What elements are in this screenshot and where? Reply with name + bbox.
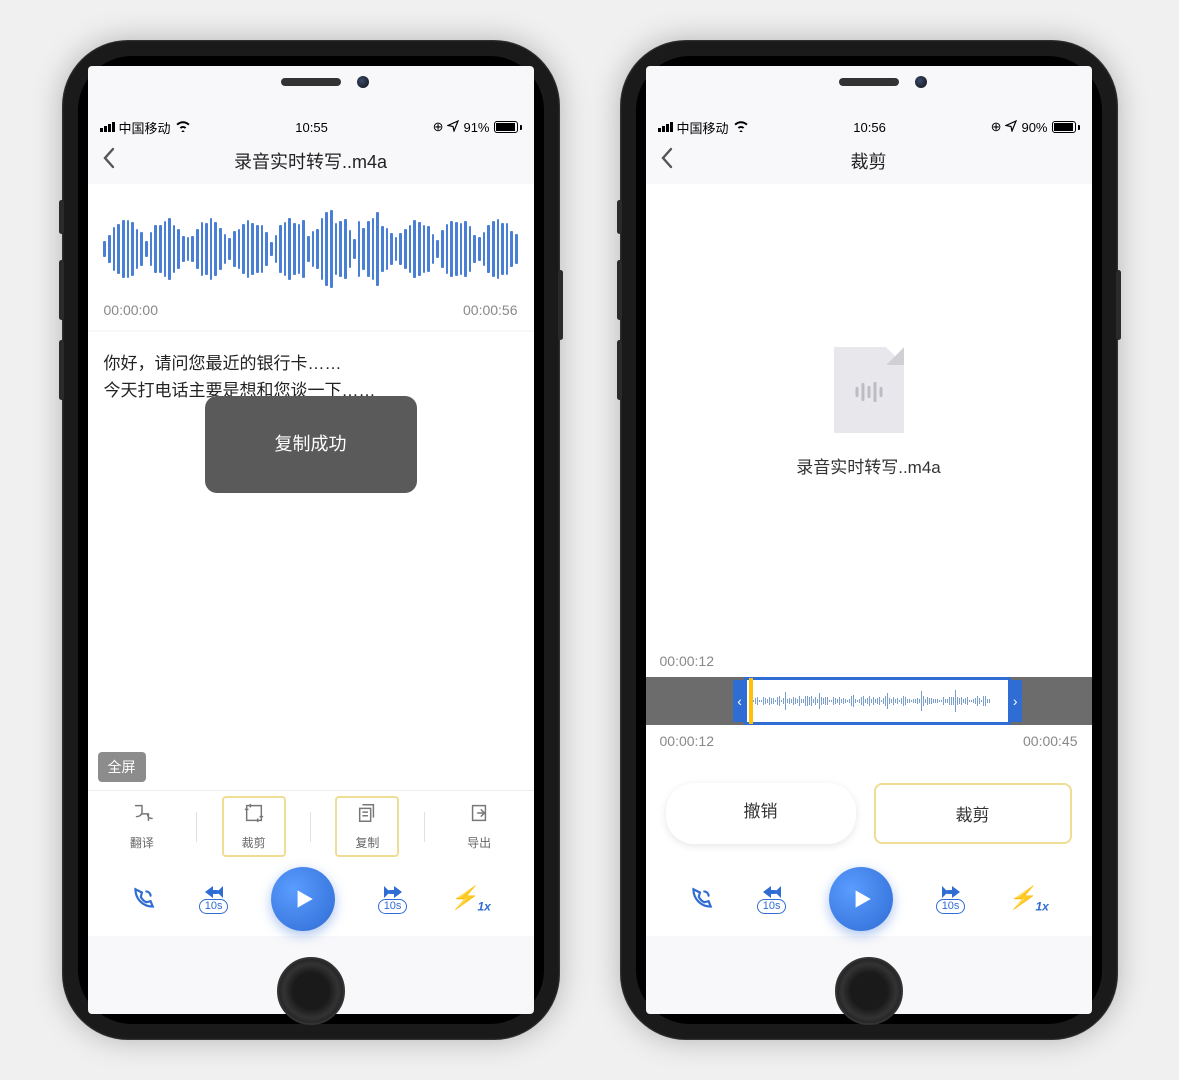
action-label: 裁剪	[242, 834, 266, 851]
confirm-trim-button[interactable]: 裁剪	[878, 787, 1068, 840]
play-button[interactable]	[829, 867, 893, 931]
transcript-area[interactable]: 你好，请问您最近的银行卡…… 今天打电话主要是想和您谈一下…… 复制成功 全屏	[88, 332, 534, 790]
rewind-10s-button[interactable]: 10s	[757, 885, 787, 914]
trim-start-time: 00:00:12	[660, 733, 715, 749]
trim-preview: 录音实时转写..m4a	[646, 184, 1092, 641]
rewind-10s-button[interactable]: 10s	[199, 885, 229, 914]
clock: 10:55	[295, 120, 328, 135]
translate-icon	[131, 802, 153, 830]
fullscreen-button[interactable]: 全屏	[98, 752, 146, 782]
audio-file-icon	[834, 347, 904, 433]
trim-playhead-time: 00:00:12	[646, 649, 1092, 677]
copy-icon	[356, 802, 378, 830]
forward-10s-button[interactable]: 10s	[378, 885, 408, 914]
export-icon	[468, 802, 490, 830]
undo-button[interactable]: 撤销	[666, 783, 856, 844]
playhead-marker[interactable]	[749, 678, 753, 724]
nav-bar: 录音实时转写..m4a	[88, 138, 534, 184]
page-title: 裁剪	[851, 148, 887, 174]
file-name: 录音实时转写..m4a	[796, 453, 941, 478]
action-row: 翻译 裁剪 复制	[88, 790, 534, 862]
call-button[interactable]	[688, 886, 714, 912]
phone-left: 中国移动 10:55 ⊕ 91%	[62, 40, 560, 1040]
crop-icon	[243, 802, 265, 830]
wifi-icon	[733, 119, 749, 135]
back-button[interactable]	[102, 147, 116, 176]
carrier-label: 中国移动	[119, 118, 171, 137]
signal-icon	[658, 122, 673, 132]
export-button[interactable]: 导出	[449, 798, 509, 855]
wave-time-end: 00:00:56	[463, 302, 518, 318]
battery-pct: 90%	[1021, 120, 1047, 135]
play-button[interactable]	[271, 867, 335, 931]
alarm-icon: ⊕	[433, 119, 444, 135]
signal-icon	[100, 122, 115, 132]
home-button[interactable]	[277, 957, 345, 1025]
trim-actions: 撤销 裁剪	[646, 765, 1092, 862]
call-button[interactable]	[130, 886, 156, 912]
trim-selection[interactable]: ‹ ›	[744, 677, 1012, 725]
nav-bar: 裁剪	[646, 138, 1092, 184]
trim-panel: 00:00:12 ‹ › 00:00:12 00:00:45	[646, 641, 1092, 765]
status-bar: 中国移动 10:55 ⊕ 91%	[88, 116, 534, 138]
trim-track[interactable]: ‹ ›	[646, 677, 1092, 725]
location-icon	[447, 120, 459, 135]
action-label: 翻译	[130, 834, 154, 851]
status-bar: 中国移动 10:56 ⊕ 90%	[646, 116, 1092, 138]
waveform-panel: 00:00:00 00:00:56	[88, 184, 534, 330]
location-icon	[1005, 120, 1017, 135]
battery-icon	[1052, 121, 1080, 133]
clock: 10:56	[853, 120, 886, 135]
wifi-icon	[175, 119, 191, 135]
speed-button[interactable]: ⚡1x	[450, 885, 491, 913]
trim-button[interactable]: 裁剪	[222, 796, 286, 857]
action-label: 导出	[467, 834, 491, 851]
toast: 复制成功	[205, 396, 417, 493]
forward-10s-button[interactable]: 10s	[936, 885, 966, 914]
transcript-line: 你好，请问您最近的银行卡……	[104, 350, 518, 377]
alarm-icon: ⊕	[991, 119, 1002, 135]
waveform[interactable]	[104, 204, 518, 294]
copy-button[interactable]: 复制	[335, 796, 399, 857]
wave-time-start: 00:00:00	[104, 302, 159, 318]
speed-button[interactable]: ⚡1x	[1008, 885, 1049, 913]
trim-handle-left[interactable]: ‹	[733, 680, 747, 722]
home-button[interactable]	[835, 957, 903, 1025]
trim-end-time: 00:00:45	[1023, 733, 1078, 749]
battery-icon	[494, 121, 522, 133]
player-row: 10s 10s ⚡1x	[88, 862, 534, 936]
battery-pct: 91%	[463, 120, 489, 135]
trim-handle-right[interactable]: ›	[1008, 680, 1022, 722]
phone-right: 中国移动 10:56 ⊕ 90%	[620, 40, 1118, 1040]
back-button[interactable]	[660, 147, 674, 176]
translate-button[interactable]: 翻译	[112, 798, 172, 855]
page-title: 录音实时转写..m4a	[234, 148, 387, 174]
carrier-label: 中国移动	[677, 118, 729, 137]
player-row: 10s 10s ⚡1x	[646, 862, 1092, 936]
action-label: 复制	[355, 834, 379, 851]
